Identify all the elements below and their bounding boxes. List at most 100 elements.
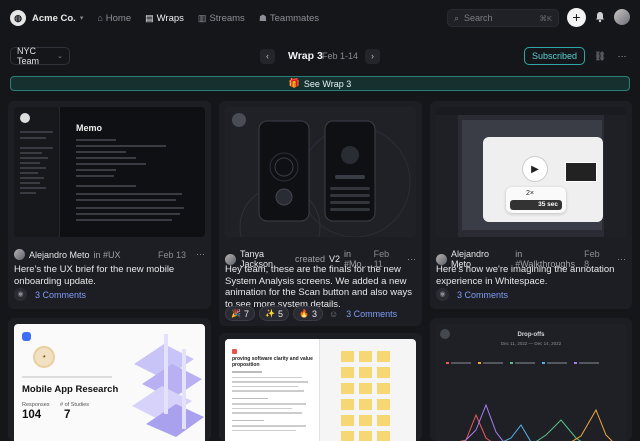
post-card[interactable]: ▶ 2× 35 sec Alejandro Meto in #Walkthrou… [430, 101, 632, 309]
comments-label: 3 Comments [457, 289, 509, 300]
bell-icon[interactable] [595, 11, 605, 23]
channel-select-label: NYC Team [17, 46, 40, 66]
playback-speed[interactable]: 2× [526, 190, 534, 197]
research-title: Mobile App Research [22, 384, 119, 395]
nav-streams[interactable]: ▥ Streams [198, 13, 245, 24]
nav-home-label: Home [105, 12, 132, 24]
party-icon: 🎉 [231, 309, 241, 318]
memo-text-lines [76, 139, 186, 221]
walkthrough-thumbnail[interactable]: ▶ 2× 35 sec [436, 107, 626, 237]
doc-icon [232, 349, 237, 354]
comment-avatar-icon: ◉ [14, 288, 27, 301]
nav-teammates[interactable]: ☗ Teammates [259, 13, 319, 24]
comments-label: 3 Comments [35, 289, 87, 300]
see-wrap-label: See Wrap 3 [303, 78, 352, 89]
prev-wrap-button[interactable]: ‹ [260, 49, 275, 64]
reaction-count: 3 [311, 308, 317, 319]
post-date: Feb 13 [157, 249, 186, 260]
nav-streams-label: Streams [209, 12, 245, 24]
avatar[interactable] [225, 253, 236, 265]
stat-value: 104 [22, 409, 42, 421]
mobile-screens-thumbnail[interactable] [225, 107, 416, 237]
play-icon[interactable]: ▶ [523, 157, 547, 181]
post-meta: Alejandro Meto in #UX Feb 13 ⋯ [14, 249, 205, 260]
user-avatar[interactable] [614, 9, 630, 25]
reaction-chip[interactable]: 🎉 7 [225, 306, 255, 321]
wrap-title: Wrap 3 [288, 50, 323, 62]
nav-wraps[interactable]: ▤ Wraps [145, 13, 184, 24]
home-icon: ⌂ [97, 13, 103, 23]
nav-home[interactable]: ⌂ Home [97, 13, 131, 24]
app-toolbar [436, 107, 626, 115]
video-card: ▶ 2× 35 sec [483, 137, 603, 222]
fire-icon: 🔥 [298, 309, 309, 318]
more-icon[interactable]: ⋯ [407, 254, 416, 265]
subscribed-button[interactable]: Subscribed [524, 47, 585, 65]
doc-title: proving software clarity and value propo… [232, 356, 313, 368]
more-icon[interactable]: ⋯ [196, 249, 205, 260]
reactions-row: 🎉 7 ✨ 5 🔥 3 ☺ 3 Comments [225, 306, 397, 321]
link-icon[interactable]: ⛓ [592, 48, 608, 64]
chart-title: Drop-offs [517, 332, 545, 338]
author-name[interactable]: Alejandro Meto [29, 250, 90, 260]
research-avatar: ◕ [33, 346, 55, 368]
comments-link[interactable]: ◉ 3 Comments [14, 288, 86, 301]
next-wrap-button[interactable]: › [365, 49, 380, 64]
post-card[interactable]: proving software clarity and value propo… [219, 333, 422, 441]
add-reaction-icon[interactable]: ☺ [329, 309, 338, 319]
sticky-notes-board [341, 351, 390, 441]
channel-select[interactable]: NYC Team ⌄ [10, 46, 70, 66]
post-context[interactable]: in #UX [94, 250, 121, 260]
dropoffs-thumbnail[interactable]: Drop-offs Dec 11, 2022 — Dec 14, 2022 [436, 324, 626, 441]
sparkles-icon: ✨ [264, 309, 275, 318]
post-context-link[interactable]: V2 [329, 254, 340, 264]
post-body: Hey team, these are the finals for the n… [225, 264, 412, 310]
post-context-prefix: created [294, 254, 326, 264]
comments-link[interactable]: ◉ 3 Comments [436, 288, 508, 301]
3d-illustration [132, 334, 204, 437]
stat-label: Responses [22, 402, 50, 408]
more-icon[interactable]: ⋯ [614, 48, 630, 64]
subtitle-line [22, 376, 112, 378]
create-button[interactable]: + [567, 8, 586, 27]
gift-icon: 🎁 [288, 78, 300, 88]
document-thumbnail[interactable]: proving software clarity and value propo… [225, 339, 416, 441]
doc-lines [232, 371, 312, 431]
nav-wraps-label: Wraps [156, 12, 184, 24]
document-page: proving software clarity and value propo… [225, 339, 320, 441]
search-input[interactable]: ⌕ Search ⌘K [447, 9, 559, 27]
avatar[interactable] [436, 253, 447, 265]
post-body: Here's the UX brief for the new mobile o… [14, 264, 175, 287]
search-icon: ⌕ [454, 12, 460, 23]
wraps-icon: ▤ [145, 12, 154, 23]
memo-title: Memo [76, 123, 103, 133]
org-name[interactable]: Acme Co. [32, 13, 76, 24]
search-shortcut: ⌘K [539, 13, 552, 23]
more-icon[interactable]: ⋯ [617, 254, 626, 265]
reaction-chip[interactable]: ✨ 5 [258, 306, 289, 321]
post-card[interactable]: Tanya Jackson created V2 in #Mo... Feb 1… [219, 101, 422, 326]
post-card[interactable]: Drop-offs Dec 11, 2022 — Dec 14, 2022 [430, 318, 632, 441]
search-placeholder: Search [464, 13, 493, 23]
post-card[interactable]: ◕ Mobile App Research Responses 104 # of… [8, 318, 211, 441]
app-badge-icon [22, 332, 31, 341]
wrap-dates: Feb 1-14 [322, 51, 359, 61]
comments-link[interactable]: 3 Comments [346, 309, 397, 319]
app-sidebar [436, 115, 458, 237]
duration-label: 35 sec [538, 201, 558, 208]
memo-thumbnail[interactable]: Memo [14, 107, 205, 237]
acme-logo-icon[interactable]: ◍ [10, 10, 26, 26]
reaction-chip[interactable]: 🔥 3 [292, 306, 323, 321]
chevron-down-icon[interactable]: ▾ [80, 14, 84, 22]
post-card[interactable]: Memo Alejandro Meto in #UX Feb 13 ⋯ Here… [8, 101, 211, 309]
see-wrap-banner[interactable]: 🎁 See Wrap 3 [10, 76, 630, 91]
chevron-down-icon: ⌄ [57, 53, 63, 60]
research-thumbnail[interactable]: ◕ Mobile App Research Responses 104 # of… [14, 324, 205, 441]
avatar[interactable] [14, 249, 25, 260]
post-body: Here's how we're imagining the annotatio… [436, 264, 615, 287]
stat-label: # of Studies [60, 402, 90, 408]
streams-icon: ▥ [197, 12, 207, 23]
mini-screen [565, 162, 597, 182]
dropoffs-chart [446, 362, 613, 441]
duration-badge: 35 sec [510, 200, 562, 210]
